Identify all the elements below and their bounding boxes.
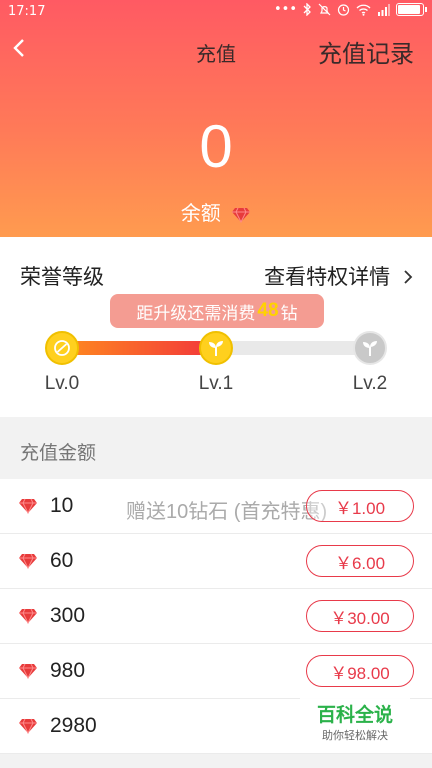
view-privileges-link[interactable]: 查看特权详情 — [264, 261, 414, 291]
balance-label: 余额 — [180, 201, 221, 225]
mute-icon — [318, 3, 331, 16]
recharge-row[interactable]: 60 ￥6.00 — [0, 534, 432, 589]
wifi-icon — [356, 4, 371, 16]
view-privileges-label: 查看特权详情 — [264, 266, 391, 289]
diamond-amount: 980 — [50, 659, 86, 682]
price-button[interactable]: ￥98.00 — [306, 655, 414, 687]
battery-level — [398, 5, 420, 14]
sprout-icon — [363, 341, 377, 356]
level-progress-fill — [62, 341, 216, 355]
watermark-main: 百科全说 — [316, 705, 393, 726]
balance-value: 0 — [199, 113, 233, 180]
bluetooth-icon — [303, 3, 311, 16]
level-node-1 — [199, 331, 233, 365]
recharge-row[interactable]: 10 赠送10钻石 (首充特惠) ￥1.00 — [0, 479, 432, 534]
upgrade-tip-amount: 48 — [257, 300, 279, 321]
upgrade-tip: 距升级还需消费 48 钻 — [110, 294, 324, 328]
price-button[interactable]: ￥6.00 — [306, 545, 414, 577]
recharge-amount-title: 充值金额 — [20, 443, 97, 464]
diamond-icon — [19, 718, 37, 734]
level-node-2 — [353, 331, 387, 365]
level-node-0 — [45, 331, 79, 365]
balance-label-wrap: 余额 — [0, 197, 432, 226]
status-icons: ••• — [273, 2, 427, 17]
recharge-row[interactable]: 300 ￥30.00 — [0, 589, 432, 644]
recharge-row[interactable]: 980 ￥98.00 — [0, 644, 432, 699]
sprout-icon — [209, 341, 223, 356]
level-label-2: Lv.2 — [352, 373, 388, 394]
upgrade-tip-suffix: 钻 — [280, 303, 298, 323]
upgrade-tip-prefix: 距升级还需消费 — [136, 303, 256, 323]
diamond-icon — [232, 207, 251, 223]
dots-icon: ••• — [273, 2, 297, 17]
promo-text: 赠送10钻石 (首充特惠) — [126, 501, 328, 523]
diamond-icon — [19, 498, 37, 514]
pill-icon — [54, 340, 70, 356]
diamond-amount: 2980 — [50, 714, 97, 737]
watermark-sub: 助你轻松解决 — [322, 730, 388, 742]
chevron-right-icon — [404, 270, 413, 284]
recharge-history-button[interactable]: 充值记录 — [318, 34, 414, 69]
status-bar: 17:17 ••• — [0, 0, 432, 24]
header: 17:17 ••• 充值 充值记录 0 余额 — [0, 0, 432, 237]
price-button[interactable]: ￥1.00 — [306, 490, 414, 522]
battery-icon — [396, 3, 427, 16]
status-time: 17:17 — [8, 4, 46, 19]
signal-icon — [378, 3, 390, 16]
watermark-logo: 百科全说 助你轻松解决 — [300, 697, 410, 745]
diamond-amount: 10 — [50, 494, 74, 517]
honor-level-panel: 荣誉等级 查看特权详情 距升级还需消费 48 钻 Lv.0 Lv.1 Lv.2 — [0, 237, 432, 417]
price-button[interactable]: ￥30.00 — [306, 600, 414, 632]
diamond-icon — [19, 608, 37, 624]
alarm-icon — [337, 4, 350, 16]
honor-level-title: 荣誉等级 — [20, 266, 104, 289]
diamond-icon — [19, 553, 37, 569]
diamond-amount: 300 — [50, 604, 86, 627]
diamond-amount: 60 — [50, 549, 74, 572]
level-label-1: Lv.1 — [198, 373, 234, 394]
diamond-icon — [19, 663, 37, 679]
level-label-0: Lv.0 — [44, 373, 80, 394]
